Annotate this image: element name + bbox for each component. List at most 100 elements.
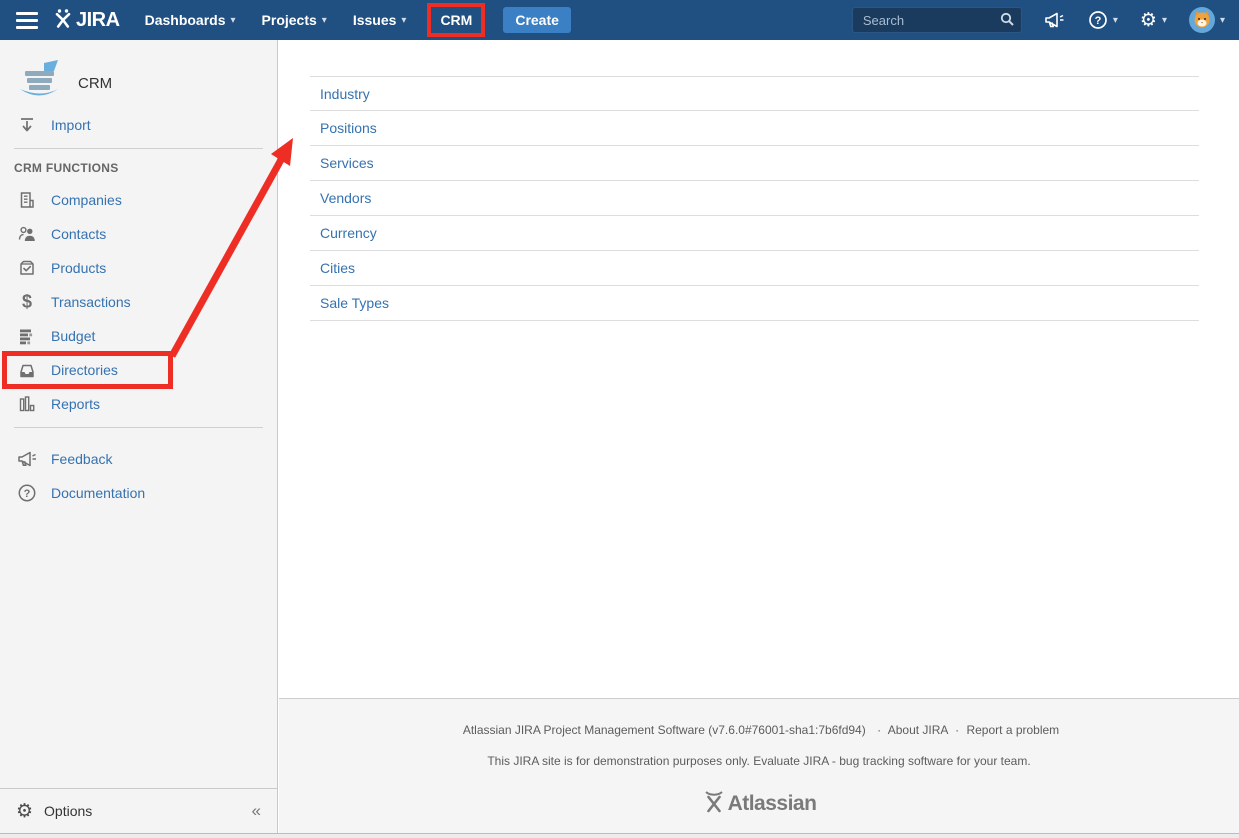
options-label: Options [44,803,92,819]
svg-text:?: ? [1094,15,1101,27]
nav-crm-highlighted[interactable]: CRM [427,3,485,37]
sidebar-item-label: Contacts [51,226,106,242]
transactions-icon: $ [16,292,38,312]
sidebar-item-contacts[interactable]: Contacts [0,217,277,251]
jira-logo[interactable]: JIRA [54,8,120,33]
jira-crm-page: JIRA Dashboards ▾ Projects ▾ Issues ▾ CR… [0,0,1239,838]
crm-logo-icon [14,59,64,108]
table-row[interactable]: Services [310,146,1199,181]
caret-down-icon: ▾ [401,15,406,26]
table-row[interactable]: Industry [310,76,1199,111]
top-navigation-bar: JIRA Dashboards ▾ Projects ▾ Issues ▾ CR… [0,0,1239,40]
sidebar-item-label: Products [51,260,106,276]
caret-down-icon: ▾ [231,15,236,26]
directories-table: Industry Positions Services Vendors Curr… [310,76,1199,321]
caret-down-icon: ▾ [1162,15,1167,26]
megaphone-icon [16,449,38,469]
directory-link-services[interactable]: Services [320,155,374,171]
search-icon[interactable] [1000,12,1015,32]
nav-dashboards[interactable]: Dashboards ▾ [132,0,249,40]
sidebar-divider [14,427,263,428]
create-button[interactable]: Create [503,7,571,33]
atlassian-logo-text: Atlassian [728,792,817,816]
sidebar-item-label: Import [51,117,91,133]
user-profile-menu[interactable]: ▾ [1189,7,1225,33]
sidebar-item-budget[interactable]: Budget [0,319,277,353]
atlassian-mark-icon [702,788,726,819]
sidebar-item-transactions[interactable]: $ Transactions [0,285,277,319]
sidebar-item-import[interactable]: Import [0,108,277,142]
about-jira-link[interactable]: About JIRA [888,723,948,737]
help-icon: ? [1088,10,1108,30]
help-icon: ? [16,483,38,503]
sidebar-item-label: Feedback [51,451,112,467]
sidebar-secondary-list: Feedback ? Documentation [0,442,277,510]
jira-mark-icon [54,8,72,33]
reports-icon [16,394,38,414]
crm-functions-list: Companies Contacts [0,183,277,421]
svg-text:?: ? [24,488,31,500]
admin-settings-menu[interactable]: ⚙ ▾ [1140,11,1167,30]
report-problem-link[interactable]: Report a problem [966,723,1059,737]
sidebar-item-companies[interactable]: Companies [0,183,277,217]
sidebar-item-label: Companies [51,192,122,208]
sidebar-item-label: Reports [51,396,100,412]
page-footer: Atlassian JIRA Project Management Softwa… [279,698,1239,833]
caret-down-icon: ▾ [1220,15,1225,26]
search-input[interactable] [852,7,1022,33]
footer-version-line: Atlassian JIRA Project Management Softwa… [279,723,1239,737]
directory-link-cities[interactable]: Cities [320,260,355,276]
table-row[interactable]: Cities [310,251,1199,286]
jira-brand-text: JIRA [76,9,120,32]
sidebar-item-feedback[interactable]: Feedback [0,442,277,476]
sidebar-divider [14,148,263,149]
main-content: Industry Positions Services Vendors Curr… [279,40,1239,833]
crm-sidebar: CRM Import CRM FUNCTIONS [0,40,278,833]
main-nav-menu: Dashboards ▾ Projects ▾ Issues ▾ CRM Cre… [132,0,571,40]
products-icon [16,258,38,278]
nav-issues[interactable]: Issues ▾ [340,0,420,40]
sidebar-item-label: Documentation [51,485,145,501]
caret-down-icon: ▾ [1113,15,1118,26]
options-bar[interactable]: ⚙ Options « [0,788,277,833]
directory-link-vendors[interactable]: Vendors [320,190,371,206]
import-icon [16,115,38,135]
directory-link-sale-types[interactable]: Sale Types [320,295,389,311]
companies-icon [16,190,38,210]
sidebar-item-label: Directories [51,362,118,378]
crm-app-header: CRM [0,58,277,108]
table-row[interactable]: Sale Types [310,286,1199,321]
footer-software-info: Atlassian JIRA Project Management Softwa… [463,723,866,737]
sidebar-item-label: Transactions [51,294,131,310]
table-row[interactable]: Positions [310,111,1199,146]
nav-projects[interactable]: Projects ▾ [249,0,340,40]
footer-separator: · [955,723,959,737]
directory-link-industry[interactable]: Industry [320,86,370,102]
table-row[interactable]: Vendors [310,181,1199,216]
collapse-sidebar-icon[interactable]: « [252,801,261,821]
directories-icon [16,360,38,380]
app-switcher-menu-icon[interactable] [16,8,38,33]
sidebar-item-reports[interactable]: Reports [0,387,277,421]
bottom-scrollbar-strip[interactable] [0,833,1239,838]
gear-icon: ⚙ [1140,11,1157,30]
caret-down-icon: ▾ [322,15,327,26]
search-box [852,7,1022,33]
feedback-megaphone-icon[interactable] [1044,10,1066,30]
crm-app-title: CRM [78,75,112,92]
atlassian-logo[interactable]: Atlassian [702,788,817,819]
table-row[interactable]: Currency [310,216,1199,251]
sidebar-item-products[interactable]: Products [0,251,277,285]
nav-right-section: ? ▾ ⚙ ▾ [852,7,1225,33]
sidebar-item-directories[interactable]: Directories [0,353,277,387]
gear-icon: ⚙ [16,802,33,821]
contacts-icon [16,224,38,244]
footer-demo-note: This JIRA site is for demonstration purp… [279,754,1239,768]
directory-link-positions[interactable]: Positions [320,120,377,136]
sidebar-item-documentation[interactable]: ? Documentation [0,476,277,510]
svg-text:$: $ [22,292,32,312]
crm-functions-header: CRM FUNCTIONS [14,161,277,175]
footer-separator: · [877,723,881,737]
directory-link-currency[interactable]: Currency [320,225,377,241]
help-menu[interactable]: ? ▾ [1088,10,1118,30]
